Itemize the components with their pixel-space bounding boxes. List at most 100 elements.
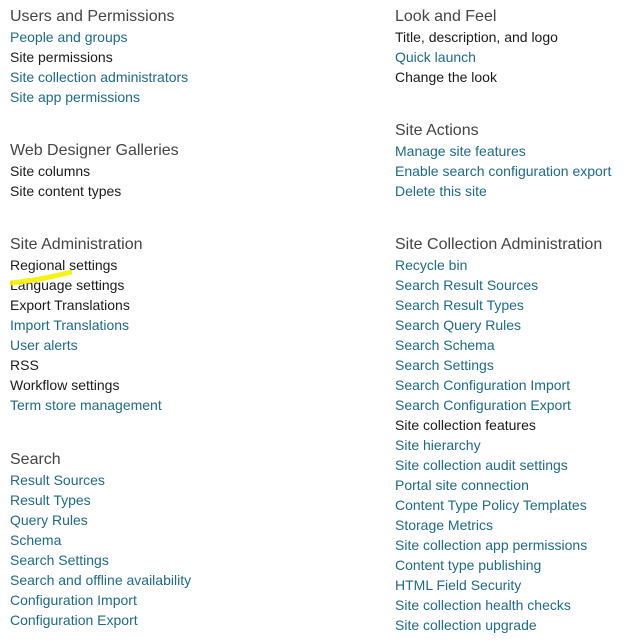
section-heading: Web Designer Galleries [10, 142, 179, 159]
link-workflow-settings[interactable]: Workflow settings [10, 377, 119, 393]
settings-link-item: Search Result Types [395, 295, 602, 315]
link-regional-settings[interactable]: Regional settings [10, 257, 117, 273]
link-search-settings[interactable]: Search Settings [395, 357, 494, 373]
link-user-alerts[interactable]: User alerts [10, 337, 78, 353]
link-site-collection-audit-settings[interactable]: Site collection audit settings [395, 457, 568, 473]
settings-link-item: Storage Metrics [395, 515, 602, 535]
link-search-configuration-import[interactable]: Search Configuration Import [395, 377, 570, 393]
link-site-collection-features[interactable]: Site collection features [395, 417, 536, 433]
settings-link-item: Search Configuration Import [395, 375, 602, 395]
link-result-types[interactable]: Result Types [10, 492, 91, 508]
link-search-result-types[interactable]: Search Result Types [395, 297, 524, 313]
settings-link-item: Quick launch [395, 47, 558, 67]
settings-link-item: Site collection app permissions [395, 535, 602, 555]
link-site-permissions[interactable]: Site permissions [10, 49, 113, 65]
link-result-sources[interactable]: Result Sources [10, 472, 105, 488]
settings-link-item: Site collection health checks [395, 595, 602, 615]
link-html-field-security[interactable]: HTML Field Security [395, 577, 521, 593]
section-heading: Look and Feel [395, 8, 497, 25]
settings-link-item: Change the look [395, 67, 558, 87]
settings-link-item: Title, description, and logo [395, 27, 558, 47]
section-heading: Site Administration [10, 236, 143, 253]
link-search-configuration-export[interactable]: Search Configuration Export [395, 397, 571, 413]
link-search-query-rules[interactable]: Search Query Rules [395, 317, 521, 333]
settings-link-item: Search and offline availability [10, 570, 191, 590]
link-language-settings[interactable]: Language settings [10, 277, 124, 293]
settings-link-item: Import Translations [10, 315, 162, 335]
link-site-app-permissions[interactable]: Site app permissions [10, 89, 140, 105]
link-list: Regional settings Language settings Export… [10, 255, 162, 415]
settings-link-item: Manage site features [395, 141, 611, 161]
section-search: Search Result Sources Result Types Query R… [10, 450, 191, 630]
link-search-and-offline-availability[interactable]: Search and offline availability [10, 572, 191, 588]
link-rss[interactable]: RSS [10, 357, 39, 373]
link-site-collection-upgrade[interactable]: Site collection upgrade [395, 617, 537, 633]
link-enable-search-configuration-export[interactable]: Enable search configuration export [395, 163, 611, 179]
settings-link-item: Site content types [10, 181, 179, 201]
link-list: Title, description, and logo Quick launch… [395, 27, 558, 87]
settings-link-item: Site permissions [10, 47, 188, 67]
link-recycle-bin[interactable]: Recycle bin [395, 257, 467, 273]
link-list: Manage site features Enable search config… [395, 141, 611, 201]
link-portal-site-connection[interactable]: Portal site connection [395, 477, 529, 493]
section-heading: Users and Permissions [10, 8, 175, 25]
section-users-and-permissions: Users and Permissions People and groups S… [10, 7, 188, 107]
settings-link-item: Configuration Import [10, 590, 191, 610]
settings-link-item: Workflow settings [10, 375, 162, 395]
link-change-the-look[interactable]: Change the look [395, 69, 497, 85]
settings-link-item: Configuration Export [10, 610, 191, 630]
link-site-collection-app-permissions[interactable]: Site collection app permissions [395, 537, 587, 553]
section-site-collection-administration: Site Collection Administration Recycle b… [395, 235, 602, 635]
section-site-actions: Site Actions Manage site features Enable … [395, 121, 611, 201]
link-list: Recycle bin Search Result Sources Search R… [395, 255, 602, 635]
link-search-settings[interactable]: Search Settings [10, 552, 109, 568]
section-site-administration: Site Administration Regional settings Lan… [10, 235, 162, 415]
settings-link-item: Site hierarchy [395, 435, 602, 455]
link-term-store-management[interactable]: Term store management [10, 397, 162, 413]
link-site-columns[interactable]: Site columns [10, 163, 90, 179]
link-people-and-groups[interactable]: People and groups [10, 29, 128, 45]
section-heading: Site Actions [395, 122, 479, 139]
link-query-rules[interactable]: Query Rules [10, 512, 88, 528]
link-site-collection-administrators[interactable]: Site collection administrators [10, 69, 188, 85]
link-content-type-policy-templates[interactable]: Content Type Policy Templates [395, 497, 587, 513]
link-delete-this-site[interactable]: Delete this site [395, 183, 487, 199]
link-configuration-export[interactable]: Configuration Export [10, 612, 138, 628]
link-site-content-types[interactable]: Site content types [10, 183, 121, 199]
link-content-type-publishing[interactable]: Content type publishing [395, 557, 541, 573]
link-schema[interactable]: Schema [10, 532, 61, 548]
settings-link-item: User alerts [10, 335, 162, 355]
section-heading: Search [10, 451, 61, 468]
link-storage-metrics[interactable]: Storage Metrics [395, 517, 493, 533]
settings-link-item: Regional settings [10, 255, 162, 275]
settings-link-item: Query Rules [10, 510, 191, 530]
link-manage-site-features[interactable]: Manage site features [395, 143, 526, 159]
section-web-designer-galleries: Web Designer Galleries Site columns Site … [10, 141, 179, 201]
settings-link-item: Term store management [10, 395, 162, 415]
settings-link-item: Site collection upgrade [395, 615, 602, 635]
link-site-hierarchy[interactable]: Site hierarchy [395, 437, 481, 453]
settings-link-item: Export Translations [10, 295, 162, 315]
settings-link-item: Search Query Rules [395, 315, 602, 335]
link-configuration-import[interactable]: Configuration Import [10, 592, 137, 608]
settings-link-item: Content Type Policy Templates [395, 495, 602, 515]
settings-link-item: Search Settings [10, 550, 191, 570]
section-heading: Site Collection Administration [395, 236, 603, 253]
link-list: Site columns Site content types [10, 161, 179, 201]
settings-link-item: Result Types [10, 490, 191, 510]
settings-link-item: Site columns [10, 161, 179, 181]
settings-link-item: Schema [10, 530, 191, 550]
settings-link-item: Language settings [10, 275, 162, 295]
settings-link-item: Search Schema [395, 335, 602, 355]
link-title-description-and-logo[interactable]: Title, description, and logo [395, 29, 558, 45]
settings-link-item: HTML Field Security [395, 575, 602, 595]
settings-link-item: Search Result Sources [395, 275, 602, 295]
link-quick-launch[interactable]: Quick launch [395, 49, 476, 65]
link-search-schema[interactable]: Search Schema [395, 337, 495, 353]
link-import-translations[interactable]: Import Translations [10, 317, 129, 333]
link-site-collection-health-checks[interactable]: Site collection health checks [395, 597, 571, 613]
settings-link-item: RSS [10, 355, 162, 375]
section-look-and-feel: Look and Feel Title, description, and lo… [395, 7, 558, 87]
link-export-translations[interactable]: Export Translations [10, 297, 130, 313]
link-search-result-sources[interactable]: Search Result Sources [395, 277, 538, 293]
